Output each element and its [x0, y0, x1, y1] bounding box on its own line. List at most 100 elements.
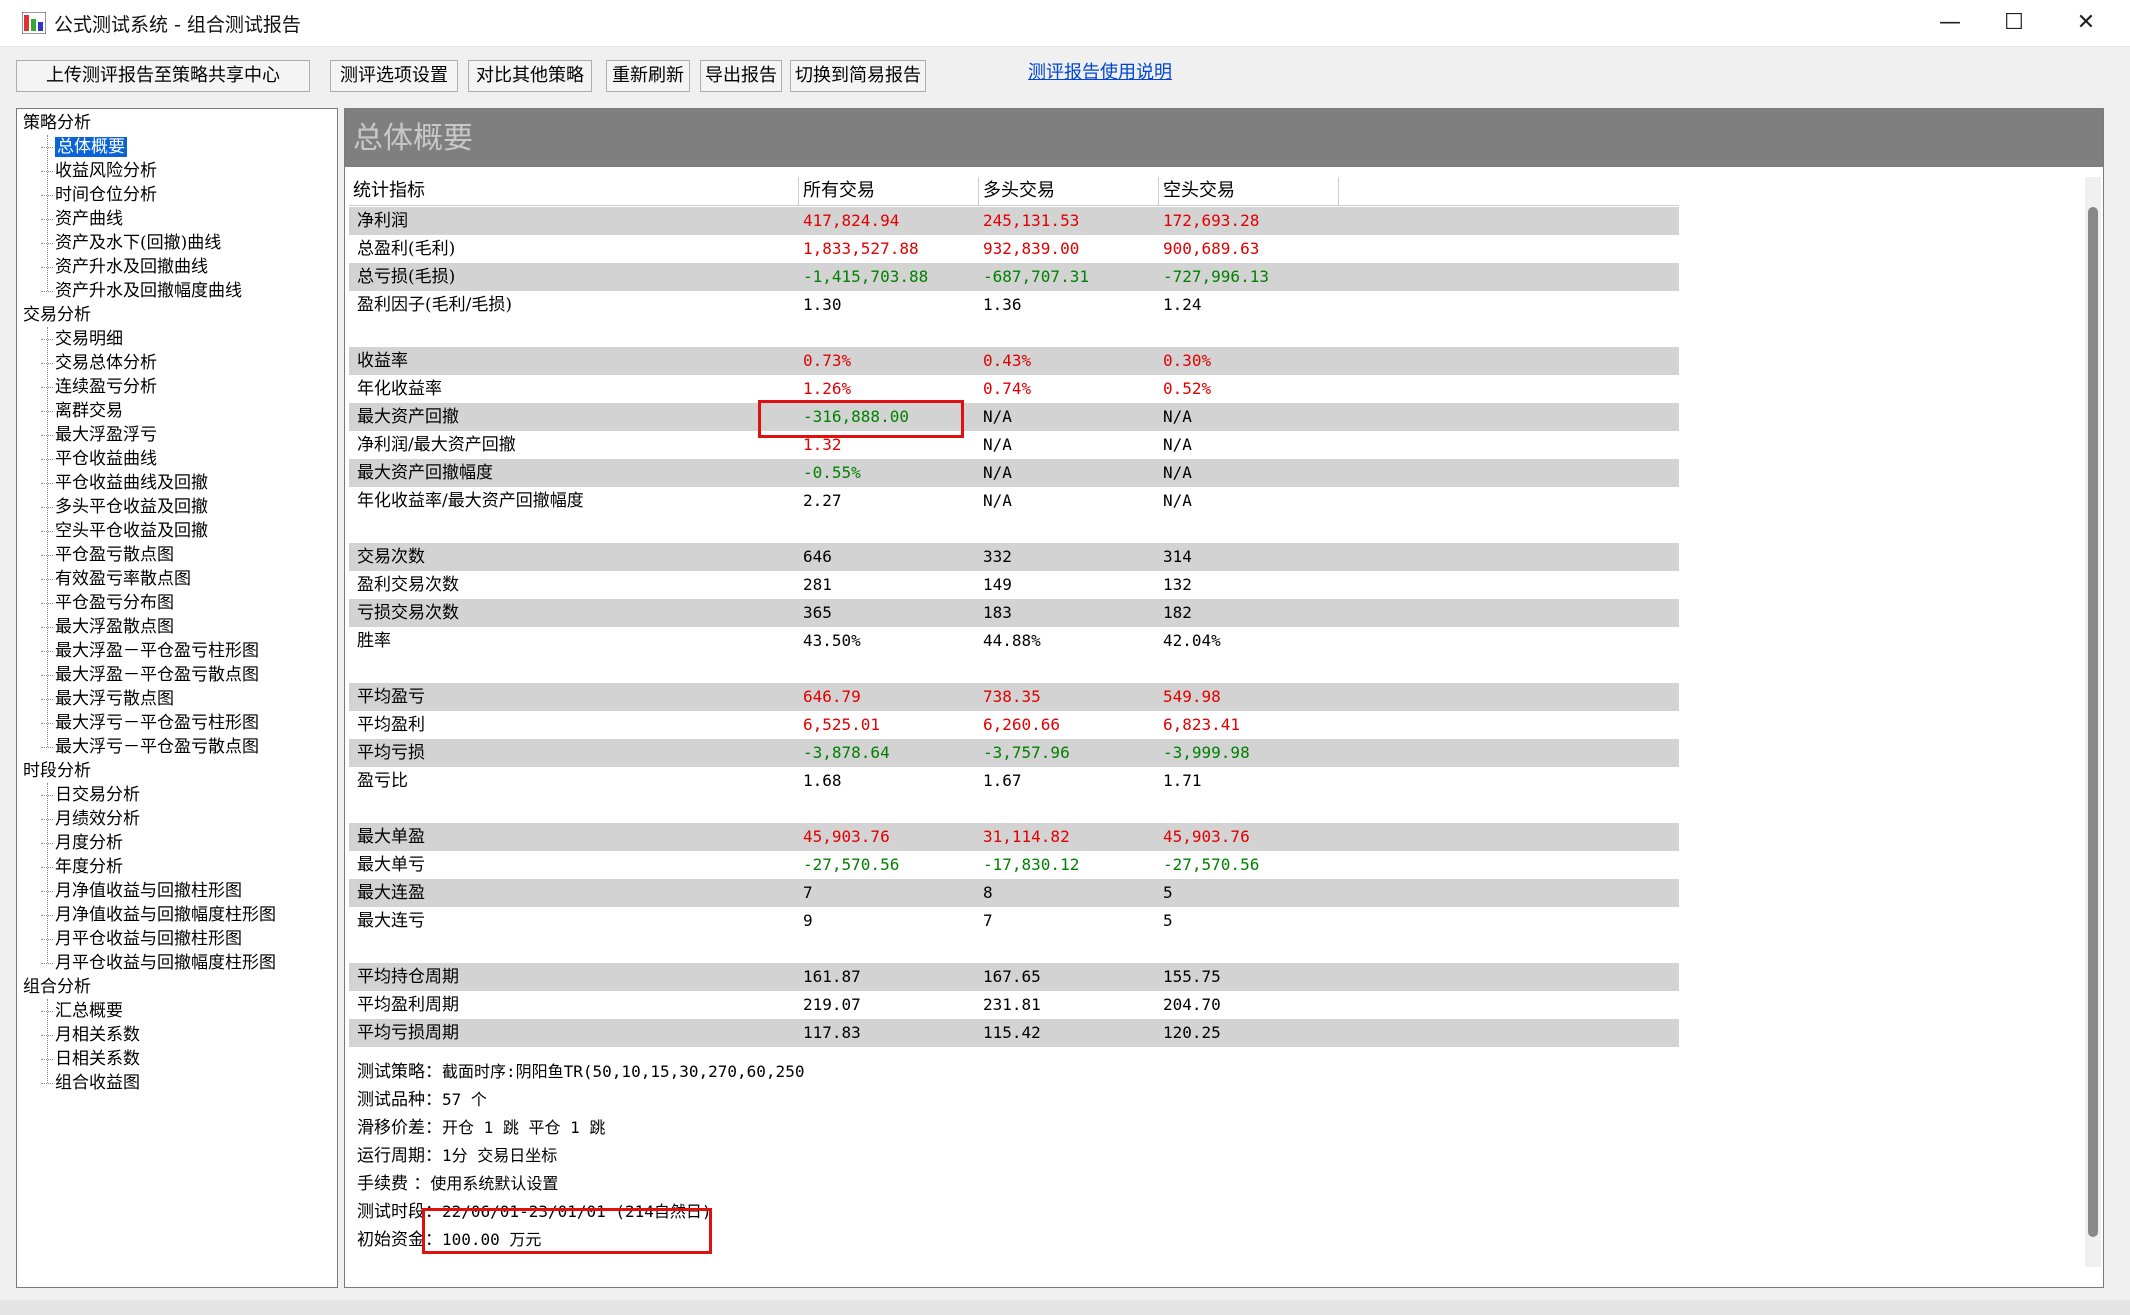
tree-item[interactable]: 交易明细	[41, 327, 123, 351]
tree-item[interactable]: 空头平仓收益及回撤	[41, 519, 208, 543]
table-row: 胜率 43.50% 44.88% 42.04%	[349, 627, 1679, 655]
metric-label: 盈亏比	[357, 771, 408, 791]
export-report-button[interactable]: 导出报告	[700, 60, 782, 92]
tree-item[interactable]: 资产升水及回撤幅度曲线	[41, 279, 242, 303]
tree-item[interactable]: 资产升水及回撤曲线	[41, 255, 208, 279]
metric-value: 31,114.82	[983, 827, 1070, 846]
tree-item-label: 月净值收益与回撤柱形图	[55, 881, 242, 901]
tree-group[interactable]: 时段分析	[23, 759, 91, 783]
tree-item[interactable]: 汇总概要	[41, 999, 123, 1023]
column-header[interactable]: 多头交易	[979, 177, 1159, 205]
metric-value: 738.35	[983, 687, 1041, 706]
metric-label: 平均盈利	[357, 715, 425, 735]
analysis-tree[interactable]: 策略分析 总体概要 收益风险分析 时间仓位分析 资产曲线 资产及水下(回撤)曲线 资产升水及…	[16, 108, 338, 1288]
minimize-button[interactable]: —	[1914, 0, 1986, 46]
table-row: 最大资产回撤幅度 -0.55% N/A N/A	[349, 459, 1679, 487]
tree-item[interactable]: 月平仓收益与回撤柱形图	[41, 927, 242, 951]
tree-item[interactable]: 最大浮盈－平仓盈亏散点图	[41, 663, 259, 687]
tree-item[interactable]: 时间仓位分析	[41, 183, 157, 207]
metric-value: 1.71	[1163, 771, 1202, 790]
metric-label: 总盈利(毛利)	[357, 239, 456, 259]
metric-label: 平均亏损	[357, 743, 425, 763]
tree-item[interactable]: 月净值收益与回撤幅度柱形图	[41, 903, 276, 927]
report-header: 总体概要	[345, 109, 2103, 167]
metric-label: 净利润	[357, 211, 408, 231]
test-options-button[interactable]: 测评选项设置	[330, 60, 458, 92]
switch-simple-report-button[interactable]: 切换到简易报告	[790, 60, 926, 92]
tree-item[interactable]: 平仓盈亏散点图	[41, 543, 174, 567]
tree-item[interactable]: 年度分析	[41, 855, 123, 879]
tree-item[interactable]: 最大浮盈浮亏	[41, 423, 157, 447]
metric-label: 最大资产回撤幅度	[357, 463, 493, 483]
tree-item[interactable]: 最大浮盈散点图	[41, 615, 174, 639]
tree-item[interactable]: 月净值收益与回撤柱形图	[41, 879, 242, 903]
tree-item[interactable]: 平仓收益曲线	[41, 447, 157, 471]
maximize-button[interactable]: ☐	[1978, 0, 2050, 46]
refresh-button[interactable]: 重新刷新	[606, 60, 690, 92]
tree-item-label: 有效盈亏率散点图	[55, 569, 191, 589]
tree-item[interactable]: 总体概要	[41, 135, 127, 159]
tree-guide-line	[47, 783, 48, 963]
vertical-scrollbar[interactable]	[2085, 177, 2101, 1267]
tree-item[interactable]: 平仓盈亏分布图	[41, 591, 174, 615]
metric-value: -27,570.56	[803, 855, 900, 874]
report-panel: 总体概要 统计指标 所有交易 多头交易 空头交易 净利润 417,824.94 24…	[344, 108, 2104, 1288]
tree-item-label: 平仓收益曲线及回撤	[55, 473, 208, 493]
table-row: 净利润/最大资产回撤 1.32 N/A N/A	[349, 431, 1679, 459]
metric-value: 932,839.00	[983, 239, 1080, 258]
tree-item[interactable]: 最大浮亏－平仓盈亏柱形图	[41, 711, 259, 735]
tree-item[interactable]: 有效盈亏率散点图	[41, 567, 191, 591]
scroll-thumb[interactable]	[2088, 207, 2098, 1237]
upload-report-button[interactable]: 上传测评报告至策略共享中心	[16, 60, 310, 92]
tree-item-label: 最大浮亏－平仓盈亏柱形图	[55, 713, 259, 733]
tree-item[interactable]: 组合收益图	[41, 1071, 140, 1095]
tree-item[interactable]: 日相关系数	[41, 1047, 140, 1071]
metric-value: 1.26%	[803, 379, 852, 398]
metric-value: N/A	[1163, 491, 1192, 510]
tree-item[interactable]: 资产及水下(回撤)曲线	[41, 231, 221, 255]
metric-label: 平均持仓周期	[357, 967, 459, 987]
compare-strategy-button[interactable]: 对比其他策略	[468, 60, 592, 92]
tree-item[interactable]: 多头平仓收益及回撤	[41, 495, 208, 519]
tree-item[interactable]: 最大浮亏散点图	[41, 687, 174, 711]
tree-item[interactable]: 最大浮亏－平仓盈亏散点图	[41, 735, 259, 759]
tree-item[interactable]: 连续盈亏分析	[41, 375, 157, 399]
tree-item[interactable]: 月绩效分析	[41, 807, 140, 831]
test-info-line: 测试品种：57 个	[357, 1087, 487, 1113]
tree-group[interactable]: 组合分析	[23, 975, 91, 999]
column-header[interactable]: 所有交易	[799, 177, 979, 205]
metric-value: N/A	[1163, 463, 1192, 482]
table-row: 最大连亏 9 7 5	[349, 907, 1679, 935]
table-row: 收益率 0.73% 0.43% 0.30%	[349, 347, 1679, 375]
metric-label: 盈利因子(毛利/毛损)	[357, 295, 512, 315]
tree-item-label: 资产升水及回撤幅度曲线	[55, 281, 242, 301]
tree-item-label: 年度分析	[55, 857, 123, 877]
tree-item[interactable]: 日交易分析	[41, 783, 140, 807]
tree-item[interactable]: 交易总体分析	[41, 351, 157, 375]
tree-item-label: 月度分析	[55, 833, 123, 853]
column-header[interactable]: 空头交易	[1159, 177, 1339, 205]
metric-value: 115.42	[983, 1023, 1041, 1042]
tree-group[interactable]: 策略分析	[23, 111, 91, 135]
info-key: 滑移价差：	[357, 1118, 442, 1138]
metric-value: 219.07	[803, 995, 861, 1014]
tree-item[interactable]: 收益风险分析	[41, 159, 157, 183]
tree-item[interactable]: 月平仓收益与回撤幅度柱形图	[41, 951, 276, 975]
metric-value: -3,878.64	[803, 743, 890, 762]
tree-item[interactable]: 资产曲线	[41, 207, 123, 231]
tree-item[interactable]: 月相关系数	[41, 1023, 140, 1047]
metric-value: 0.73%	[803, 351, 852, 370]
metric-label: 平均盈利周期	[357, 995, 459, 1015]
tree-group[interactable]: 交易分析	[23, 303, 91, 327]
tree-item[interactable]: 最大浮盈－平仓盈亏柱形图	[41, 639, 259, 663]
tree-item[interactable]: 平仓收益曲线及回撤	[41, 471, 208, 495]
tree-item-label: 月平仓收益与回撤柱形图	[55, 929, 242, 949]
close-button[interactable]: ✕	[2050, 0, 2122, 46]
horizontal-scrollbar[interactable]	[0, 1300, 2130, 1315]
tree-item[interactable]: 月度分析	[41, 831, 123, 855]
metric-value: 44.88%	[983, 631, 1041, 650]
report-help-link[interactable]: 测评报告使用说明	[1028, 58, 1172, 84]
tree-item[interactable]: 离群交易	[41, 399, 123, 423]
column-header[interactable]: 统计指标	[349, 177, 799, 205]
tree-item-label: 月净值收益与回撤幅度柱形图	[55, 905, 276, 925]
